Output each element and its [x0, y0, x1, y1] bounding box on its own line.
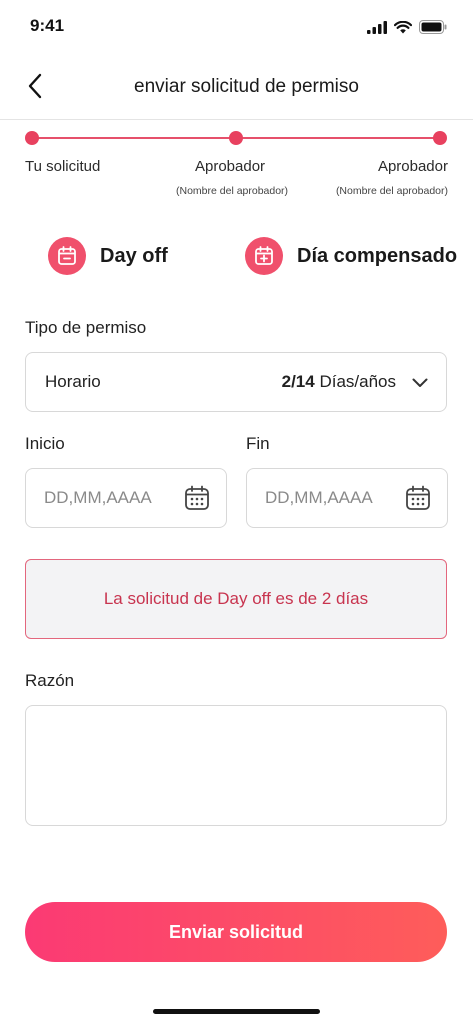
- stepper-sub-3: (Nombre del aprobador): [335, 185, 448, 197]
- submit-request-button[interactable]: Enviar solicitud: [25, 902, 447, 962]
- start-date-field[interactable]: DD,MM,AAAA: [25, 468, 227, 528]
- signal-icon: [367, 20, 387, 39]
- approval-stepper: Tu solicitud Aprobador Aprobador (Nombre…: [0, 124, 473, 214]
- header: enviar solicitud de permiso: [0, 56, 473, 120]
- stepper-sub-2: (Nombre del aprobador): [176, 185, 289, 197]
- calendar-icon: [184, 485, 210, 516]
- reason-label: Razón: [25, 671, 75, 690]
- wifi-icon: [393, 20, 413, 39]
- stepper-label-1: Tu solicitud: [25, 158, 101, 175]
- leave-type-label: Day off: [100, 244, 168, 267]
- end-date-label: Fin: [246, 434, 270, 453]
- start-date-placeholder: DD,MM,AAAA: [44, 488, 152, 507]
- alert-text: La solicitud de Day off es de 2 días: [103, 589, 369, 608]
- permission-balance-unit: Días/años: [319, 372, 396, 391]
- submit-button-label: Enviar solicitud: [168, 921, 304, 942]
- page-title: enviar solicitud de permiso: [134, 76, 359, 97]
- reason-textarea[interactable]: [25, 705, 447, 826]
- stepper-label-3: Aprobador: [377, 158, 448, 175]
- leave-type-label: Día compensado: [297, 244, 458, 267]
- battery-icon: [419, 20, 447, 39]
- calendar-icon: [405, 485, 431, 516]
- stepper-dot-1: [25, 131, 39, 145]
- day-off-summary-alert: La solicitud de Day off es de 2 días: [25, 559, 447, 639]
- leave-type-compensated-day[interactable]: Día compensado: [245, 236, 457, 276]
- status-icons: [367, 20, 447, 39]
- stepper-label-2: Aprobador: [195, 158, 266, 175]
- stepper-dot-2: [229, 131, 243, 145]
- start-date-label: Inicio: [25, 434, 65, 453]
- permission-balance: 2/14 Días/años: [282, 372, 396, 392]
- status-time: 9:41: [30, 16, 65, 35]
- home-indicator: [153, 1009, 320, 1014]
- calendar-minus-icon: [48, 237, 86, 275]
- permission-type-select[interactable]: Horario 2/14 Días/años: [25, 352, 447, 412]
- permission-balance-count: 2/14: [281, 372, 315, 391]
- permission-type-label: Tipo de permiso: [25, 318, 147, 337]
- back-button[interactable]: [18, 70, 52, 106]
- end-date-field[interactable]: DD,MM,AAAA: [246, 468, 448, 528]
- stepper-dot-3: [433, 131, 447, 145]
- chevron-left-icon: [27, 73, 43, 104]
- chevron-down-icon: [412, 375, 428, 393]
- end-date-placeholder: DD,MM,AAAA: [265, 488, 373, 507]
- leave-type-day-off[interactable]: Day off: [48, 236, 168, 276]
- permission-type-value: Horario: [45, 372, 101, 391]
- calendar-plus-icon: [245, 237, 283, 275]
- status-bar: 9:41: [0, 0, 473, 56]
